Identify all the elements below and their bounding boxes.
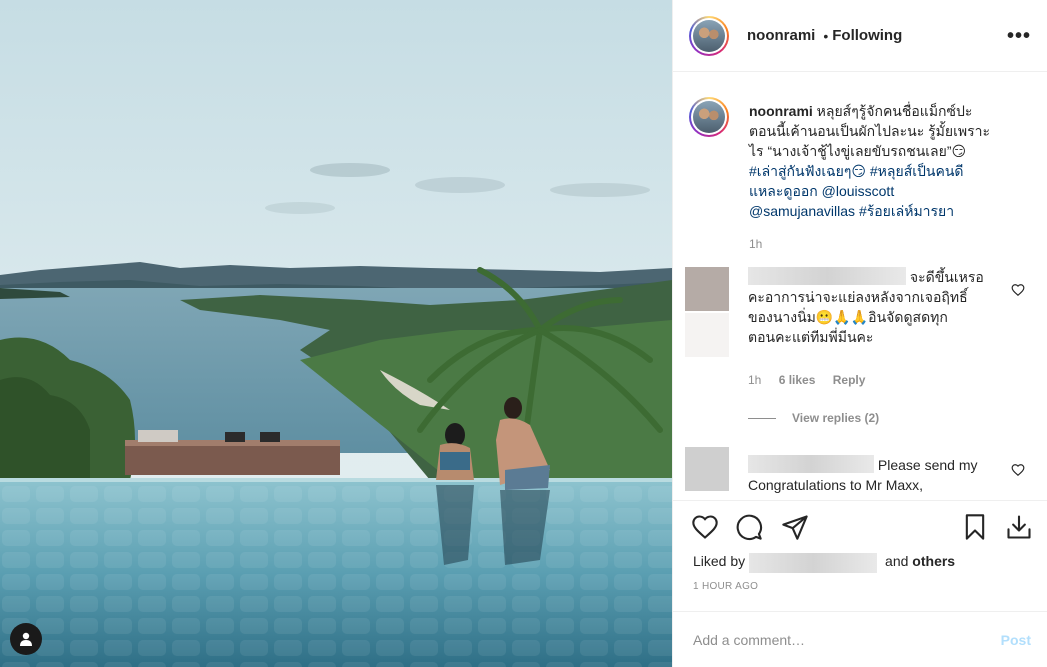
- mention-link[interactable]: @samujanavillas: [749, 203, 855, 219]
- liked-others-link[interactable]: others: [912, 553, 955, 569]
- post-actions: Liked by and others 1 HOUR AGO: [673, 500, 1047, 621]
- mention-link[interactable]: @louisscott: [822, 183, 895, 199]
- hashtag-link[interactable]: #ร้อยเล่ห์มารยา: [859, 203, 954, 219]
- comment-line1: Please send my: [877, 457, 978, 473]
- separator-dot: •: [823, 27, 829, 44]
- add-comment-input[interactable]: [691, 630, 1001, 649]
- post-header: noonrami • Following •••: [673, 0, 1047, 72]
- liked-by-label: Liked by: [693, 553, 746, 569]
- like-comment-heart-icon[interactable]: [1011, 283, 1025, 297]
- blurred-username[interactable]: [748, 455, 874, 473]
- commenter-avatar[interactable]: [685, 447, 729, 491]
- add-comment-bar: Post: [673, 611, 1047, 667]
- liked-by-row: Liked by and others: [693, 553, 955, 573]
- reply-button[interactable]: Reply: [833, 373, 866, 387]
- commenter-avatar-shadow: [685, 313, 729, 357]
- caption-username[interactable]: noonrami: [749, 103, 813, 119]
- post-comment-button[interactable]: Post: [1001, 632, 1031, 648]
- more-options-icon[interactable]: •••: [1007, 26, 1031, 46]
- view-replies-label: View replies (2): [792, 411, 880, 425]
- caption-text: noonrami หลุยส์ๆรู้จักคนชื่อแม็กซ์ปะ ตอน…: [749, 101, 1009, 221]
- like-heart-icon[interactable]: [691, 513, 719, 541]
- caption-line5[interactable]: แหละดูออก: [749, 183, 818, 199]
- post-side-panel: noonrami • Following ••• noonrami หลุยส์…: [672, 0, 1047, 667]
- comment-text: Please send my Congratulations to Mr Max…: [748, 455, 993, 495]
- tagged-users-button[interactable]: [10, 623, 42, 655]
- author-avatar[interactable]: [689, 15, 729, 56]
- comments-list[interactable]: noonrami หลุยส์ๆรู้จักคนชื่อแม็กซ์ปะ ตอน…: [673, 73, 1047, 500]
- replies-divider: [748, 417, 776, 419]
- save-bookmark-icon[interactable]: [961, 513, 989, 541]
- commenter-avatar[interactable]: [685, 267, 729, 311]
- comment-time[interactable]: 1h: [748, 373, 761, 387]
- caption-line2: ตอนนี้เค้านอนเป็นผักไปละนะ รู้มั้ยเพราะ: [749, 123, 990, 139]
- caption-avatar[interactable]: [689, 97, 729, 137]
- view-replies-button[interactable]: View replies (2): [748, 411, 879, 425]
- share-icon[interactable]: [781, 513, 809, 541]
- user-icon: [20, 632, 32, 646]
- comment-likes[interactable]: 6 likes: [779, 373, 816, 387]
- comment-text: จะดีขึ้นเหรอ คะอาการน่าจะแย่ลงหลังจากเจอ…: [748, 267, 993, 347]
- comment-line1: จะดีขึ้นเหรอ: [909, 269, 984, 285]
- caption-line3: ไร “นางเจ้าชู้ไงขู่เลยขับรถชนเลย”😏: [749, 143, 967, 159]
- like-comment-heart-icon[interactable]: [1011, 463, 1025, 477]
- following-button[interactable]: Following: [832, 27, 902, 44]
- comment-meta: 1h 6 likes Reply: [748, 373, 879, 387]
- caption-line1: หลุยส์ๆรู้จักคนชื่อแม็กซ์ปะ: [816, 103, 973, 119]
- author-username[interactable]: noonrami: [747, 27, 815, 44]
- post-image: [0, 0, 672, 667]
- hashtag-link[interactable]: #เล่าสู่กันฟังเฉยๆ😏: [749, 163, 866, 179]
- post-timestamp[interactable]: 1 HOUR AGO: [693, 581, 758, 592]
- download-icon[interactable]: [1005, 513, 1033, 541]
- hashtag-link[interactable]: #หลุยส์เป็นคนดี: [870, 163, 964, 179]
- post-photo[interactable]: [0, 0, 672, 667]
- comment-line2: คะอาการน่าจะแย่ลงหลังจากเจอฤิทธิ์: [748, 289, 968, 305]
- blurred-username[interactable]: [748, 267, 906, 285]
- action-icons: [689, 513, 1033, 547]
- caption-time[interactable]: 1h: [749, 237, 762, 251]
- liked-and: and: [885, 553, 909, 569]
- blurred-liker[interactable]: [749, 553, 878, 573]
- comment-icon[interactable]: [735, 513, 763, 541]
- comment-line2: Congratulations to Mr Maxx,: [748, 477, 924, 493]
- comment-line4: ตอนคะแต่ทีมพี่มีนคะ: [748, 329, 874, 345]
- comment-line3: ของนางนิ่ม😬🙏🙏อินจัดดูสดทุก: [748, 309, 948, 325]
